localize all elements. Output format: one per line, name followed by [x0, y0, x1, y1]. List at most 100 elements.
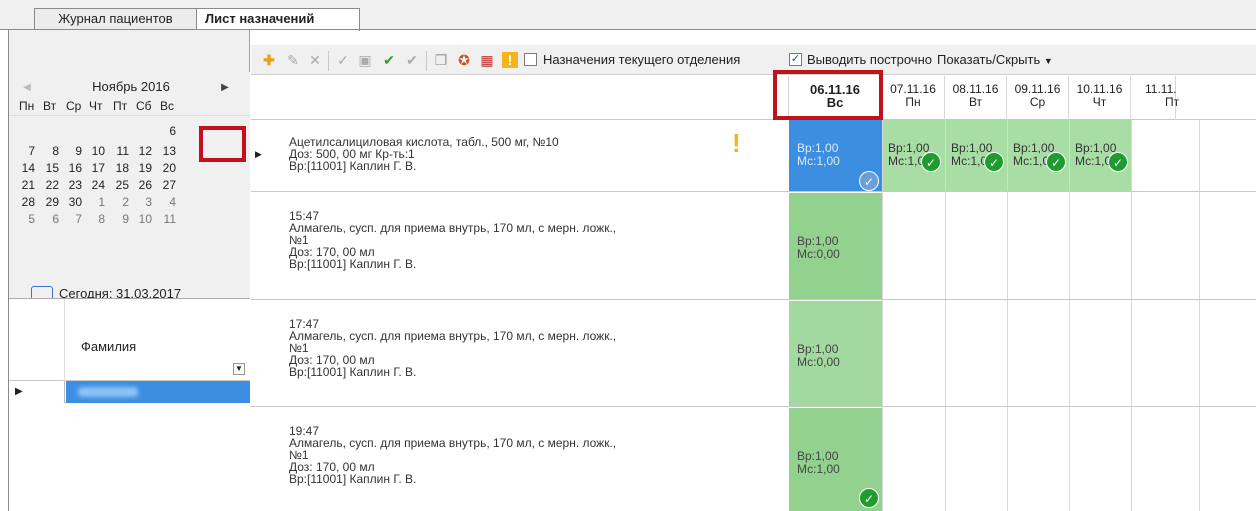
- weekday-label: Чт: [89, 99, 103, 113]
- date-header[interactable]: 07.11.16 Пн: [882, 76, 945, 120]
- warning-icon[interactable]: !: [502, 52, 518, 68]
- done-check-icon: ✓: [984, 152, 1004, 172]
- calendar-day[interactable]: 12: [132, 144, 152, 158]
- row-selector-icon[interactable]: ▶: [9, 381, 65, 403]
- calendar-day[interactable]: 3: [132, 195, 152, 209]
- filter-dropdown-icon[interactable]: ▼: [233, 363, 245, 375]
- date-header[interactable]: 09.11.16 Ср: [1007, 76, 1069, 120]
- calendar-day[interactable]: 17: [85, 161, 105, 175]
- calendar-day[interactable]: 19: [132, 161, 152, 175]
- dow-label: Вт: [968, 95, 983, 109]
- dow-label: Пт: [1165, 95, 1180, 109]
- calendar: ◀ Ноябрь 2016 ▶ Пн Вт Ср Чт Пт Сб Вс 678…: [9, 72, 250, 324]
- approve-icon[interactable]: ✔: [381, 52, 397, 68]
- drug-name: Алмагель, сусп. для приема внутрь, 170 м…: [289, 329, 617, 343]
- calendar-day[interactable]: 26: [132, 178, 152, 192]
- prev-month-icon[interactable]: ◀: [19, 80, 35, 96]
- highlight-box: [199, 126, 246, 162]
- sign-icon[interactable]: ▣: [357, 52, 373, 68]
- table-row[interactable]: 19:47 Алмагель, сусп. для приема внутрь,…: [251, 408, 1256, 511]
- calendar-icon[interactable]: ▦: [479, 52, 495, 68]
- dose-cell-selected[interactable]: Вр:1,00 Мс:1,00 ✓: [789, 120, 882, 191]
- calendar-day[interactable]: 18: [109, 161, 129, 175]
- calendar-day[interactable]: 15: [39, 161, 59, 175]
- weekday-label: Вс: [160, 99, 175, 113]
- delete-icon[interactable]: ✕: [307, 52, 323, 68]
- rowwise-checkbox-label[interactable]: Выводить построчно: [807, 52, 932, 67]
- calendar-day[interactable]: 25: [109, 178, 129, 192]
- dept-checkbox-label[interactable]: Назначения текущего отделения: [543, 52, 740, 67]
- column-header-surname[interactable]: Фамилия: [81, 339, 136, 354]
- calendar-day[interactable]: 13: [156, 144, 176, 158]
- drug-name: Алмагель, сусп. для приема внутрь, 170 м…: [289, 436, 617, 450]
- calendar-day[interactable]: 22: [39, 178, 59, 192]
- dose-cell[interactable]: Вр:1,00 Мс:1,00 ✓: [1070, 120, 1131, 191]
- copy-icon[interactable]: ❐: [433, 52, 449, 68]
- calendar-day[interactable]: 8: [85, 212, 105, 226]
- calendar-day[interactable]: 28: [15, 195, 35, 209]
- doctor-line: Вр:[11001] Каплин Г. В.: [289, 472, 417, 486]
- next-month-icon[interactable]: ▶: [217, 80, 233, 96]
- add-icon[interactable]: ✚: [261, 52, 277, 68]
- calendar-day[interactable]: 10: [85, 144, 105, 158]
- doctor-line: Вр:[11001] Каплин Г. В.: [289, 257, 417, 271]
- calendar-day[interactable]: 27: [156, 178, 176, 192]
- calendar-day[interactable]: 8: [39, 144, 59, 158]
- doctor-line: Вр:[11001] Каплин Г. В.: [289, 365, 417, 379]
- calendar-day[interactable]: 24: [85, 178, 105, 192]
- calendar-day[interactable]: 29: [39, 195, 59, 209]
- rowwise-checkbox[interactable]: ✓: [789, 53, 802, 66]
- patient-grid: Фамилия ▼ ▶: [9, 298, 250, 511]
- tab-prescription-sheet[interactable]: Лист назначений: [196, 8, 360, 31]
- calendar-day[interactable]: 16: [62, 161, 82, 175]
- calendar-day[interactable]: 9: [109, 212, 129, 226]
- date-header[interactable]: 08.11.16 Вт: [945, 76, 1007, 120]
- dose-cell[interactable]: Вр:1,00 Мс:1,00 ✓: [1008, 120, 1069, 191]
- dow-label: Ср: [1029, 95, 1046, 109]
- calendar-day[interactable]: 14: [15, 161, 35, 175]
- date-header[interactable]: 10.11.16 Чт: [1069, 76, 1131, 120]
- date-header[interactable]: 11.11. Пт: [1131, 76, 1180, 120]
- print-icon[interactable]: ✪: [456, 52, 472, 68]
- calendar-day[interactable]: 20: [156, 161, 176, 175]
- prescription-description: 19:47 Алмагель, сусп. для приема внутрь,…: [289, 425, 744, 485]
- calendar-day[interactable]: 9: [62, 144, 82, 158]
- calendar-month-title[interactable]: Ноябрь 2016: [61, 79, 201, 94]
- edit-icon[interactable]: ✎: [285, 52, 301, 68]
- calendar-day[interactable]: 11: [109, 144, 129, 158]
- tab-patient-journal[interactable]: Журнал пациентов: [34, 8, 197, 30]
- calendar-day[interactable]: 5: [15, 212, 35, 226]
- dose-cell[interactable]: Вр:1,00 Мс:1,00 ✓: [883, 120, 945, 191]
- dept-checkbox[interactable]: [524, 53, 537, 66]
- calendar-day[interactable]: 2: [109, 195, 129, 209]
- calendar-day[interactable]: 21: [15, 178, 35, 192]
- calendar-day[interactable]: 6: [156, 124, 176, 138]
- dose-cell[interactable]: Вр:1,00 Мс:1,00 ✓: [789, 408, 882, 511]
- patient-surname-cell[interactable]: [66, 381, 250, 403]
- show-hide-dropdown[interactable]: Показать/Скрыть ▼: [937, 52, 1053, 67]
- prescription-description: 15:47 Алмагель, сусп. для приема внутрь,…: [289, 210, 744, 270]
- check-icon[interactable]: ✓: [335, 52, 351, 68]
- calendar-day[interactable]: 7: [62, 212, 82, 226]
- calendar-day[interactable]: 30: [62, 195, 82, 209]
- table-row[interactable]: ▶ Ацетилсалициловая кислота, табл., 500 …: [251, 120, 1256, 192]
- calendar-day[interactable]: 4: [156, 195, 176, 209]
- calendar-day[interactable]: 10: [132, 212, 152, 226]
- table-row[interactable]: 17:47 Алмагель, сусп. для приема внутрь,…: [251, 301, 1256, 407]
- done-check-icon: ✓: [1108, 152, 1128, 172]
- done-check-icon: ✓: [859, 171, 879, 191]
- prescription-description: Ацетилсалициловая кислота, табл., 500 мг…: [289, 136, 744, 172]
- dose-cell[interactable]: Вр:1,00 Мс:1,00 ✓: [946, 120, 1007, 191]
- dose-cell[interactable]: Вр:1,00 Мс:0,00: [789, 301, 882, 406]
- calendar-day[interactable]: 11: [156, 212, 176, 226]
- table-row[interactable]: 15:47 Алмагель, сусп. для приема внутрь,…: [251, 193, 1256, 300]
- calendar-day[interactable]: 23: [62, 178, 82, 192]
- calendar-day[interactable]: 1: [85, 195, 105, 209]
- table-row[interactable]: ▶: [9, 381, 250, 403]
- calendar-day[interactable]: 6: [39, 212, 59, 226]
- cancel-approve-icon[interactable]: ✔: [404, 52, 420, 68]
- dose-cell[interactable]: Вр:1,00 Мс:0,00: [789, 193, 882, 299]
- toolbar-separator: [328, 51, 329, 71]
- calendar-day[interactable]: 7: [15, 144, 35, 158]
- doctor-line: Вр:[11001] Каплин Г. В.: [289, 159, 417, 173]
